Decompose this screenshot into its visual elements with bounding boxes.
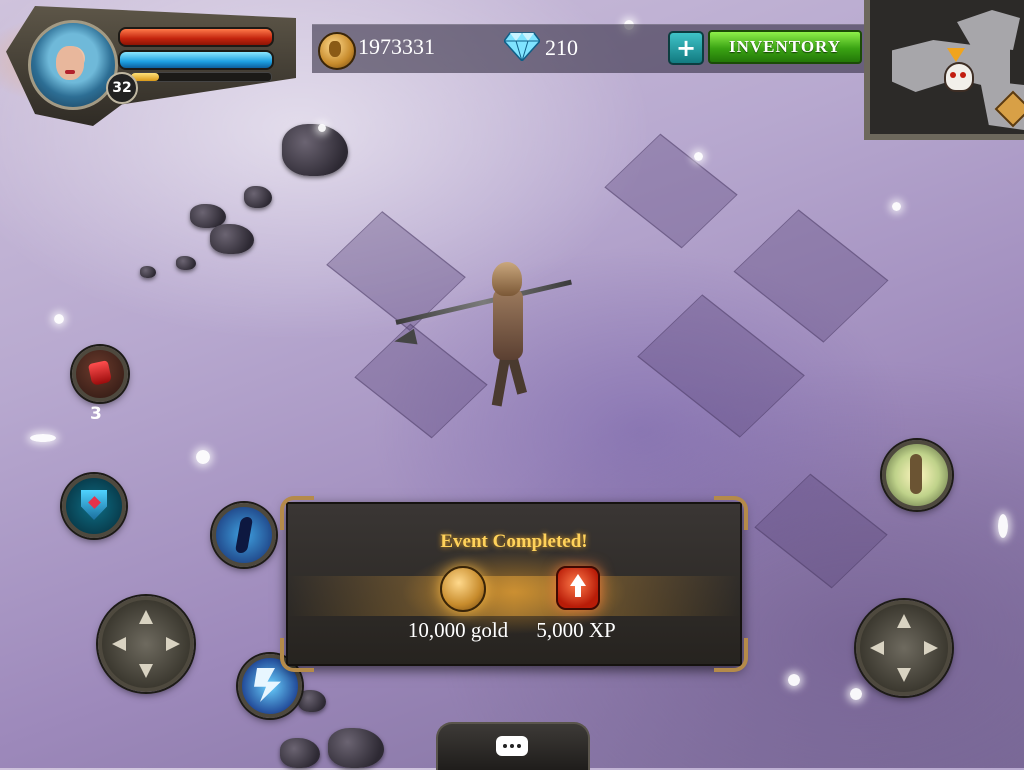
xp-reward-text: 5,000 XP bbox=[536, 618, 616, 642]
hero-helmet bbox=[492, 262, 522, 296]
arrow-left-icon bbox=[870, 641, 884, 655]
floating-rock bbox=[298, 690, 326, 712]
crystal-shard bbox=[637, 294, 805, 438]
crystal-shard bbox=[733, 209, 889, 343]
heal-skill-icon bbox=[910, 454, 922, 494]
gold-amount: 1973331 bbox=[358, 34, 435, 59]
chat-dot bbox=[510, 744, 514, 748]
inventory-button[interactable]: INVENTORY bbox=[708, 30, 862, 64]
xp-bar bbox=[130, 72, 272, 82]
floating-rock bbox=[244, 186, 272, 208]
potion-count: 3 bbox=[90, 404, 102, 424]
event-glow bbox=[288, 576, 740, 616]
floating-rock bbox=[210, 224, 254, 254]
corner-ornament bbox=[714, 496, 748, 530]
mana-bar bbox=[118, 50, 274, 70]
skull-eye bbox=[950, 72, 956, 78]
arrow-right-icon bbox=[166, 637, 180, 651]
hero-character[interactable] bbox=[480, 262, 540, 412]
diamond-icon bbox=[504, 32, 540, 61]
coin-emblem bbox=[329, 41, 341, 57]
snow-particle bbox=[850, 688, 862, 700]
arrow-down-icon bbox=[897, 668, 911, 682]
arrow-up-icon bbox=[897, 614, 911, 628]
shield-skill-button[interactable] bbox=[62, 474, 126, 538]
corner-ornament bbox=[714, 638, 748, 672]
arrow-up-icon bbox=[139, 610, 153, 624]
hero-leg bbox=[491, 355, 511, 407]
snow-particle bbox=[318, 124, 326, 132]
snow-particle bbox=[54, 314, 64, 324]
health-bar bbox=[118, 27, 274, 47]
xp-arrow-stem bbox=[575, 585, 581, 597]
snow-particle bbox=[694, 152, 703, 161]
floating-rock bbox=[280, 738, 320, 768]
dash-skill-button[interactable] bbox=[212, 503, 276, 567]
arrow-left-icon bbox=[112, 637, 126, 651]
snow-particle bbox=[196, 450, 210, 464]
player-arrow-icon bbox=[947, 48, 965, 62]
crystal-shard bbox=[604, 133, 738, 249]
gold-coin-icon bbox=[318, 32, 356, 70]
snow-particle bbox=[998, 514, 1008, 538]
corner-ornament bbox=[280, 496, 314, 530]
move-joystick[interactable] bbox=[98, 596, 194, 692]
crystal-shard bbox=[354, 323, 488, 439]
portrait-face bbox=[56, 46, 84, 80]
xp-reward-icon bbox=[556, 566, 600, 610]
level-badge: 32 bbox=[106, 72, 138, 104]
crystal-shard bbox=[754, 473, 888, 589]
arrow-right-icon bbox=[924, 641, 938, 655]
snow-particle bbox=[30, 434, 56, 442]
health-potion-button[interactable] bbox=[72, 346, 128, 402]
health-potion-icon bbox=[87, 360, 113, 386]
portrait-lips bbox=[65, 70, 75, 74]
gold-reward-icon bbox=[440, 566, 486, 612]
gem-amount: 210 bbox=[545, 35, 578, 60]
lightning-skill-icon bbox=[254, 668, 281, 702]
event-completed-panel: Event Completed! 10,000 gold 5,000 XP bbox=[280, 496, 748, 672]
skull-icon bbox=[944, 62, 974, 92]
heal-skill-button[interactable] bbox=[882, 440, 952, 510]
add-currency-button[interactable]: + bbox=[668, 31, 704, 65]
gold-reward-text: 10,000 gold bbox=[407, 618, 509, 642]
corner-ornament bbox=[280, 638, 314, 672]
floating-rock bbox=[328, 728, 384, 768]
chat-dot bbox=[503, 744, 507, 748]
skull-eye bbox=[960, 72, 966, 78]
floating-rock bbox=[176, 256, 196, 270]
hero-body bbox=[493, 288, 523, 360]
attack-joystick[interactable] bbox=[856, 600, 952, 696]
snow-particle bbox=[788, 674, 800, 686]
event-title: Event Completed! bbox=[440, 531, 588, 552]
dash-skill-icon bbox=[234, 517, 254, 553]
minimap[interactable] bbox=[864, 0, 1024, 140]
chat-bubble-icon bbox=[496, 736, 528, 756]
chat-dot bbox=[517, 744, 521, 748]
chat-button[interactable] bbox=[436, 722, 590, 770]
arrow-down-icon bbox=[139, 664, 153, 678]
floating-rock bbox=[140, 266, 156, 278]
snow-particle bbox=[892, 202, 901, 211]
